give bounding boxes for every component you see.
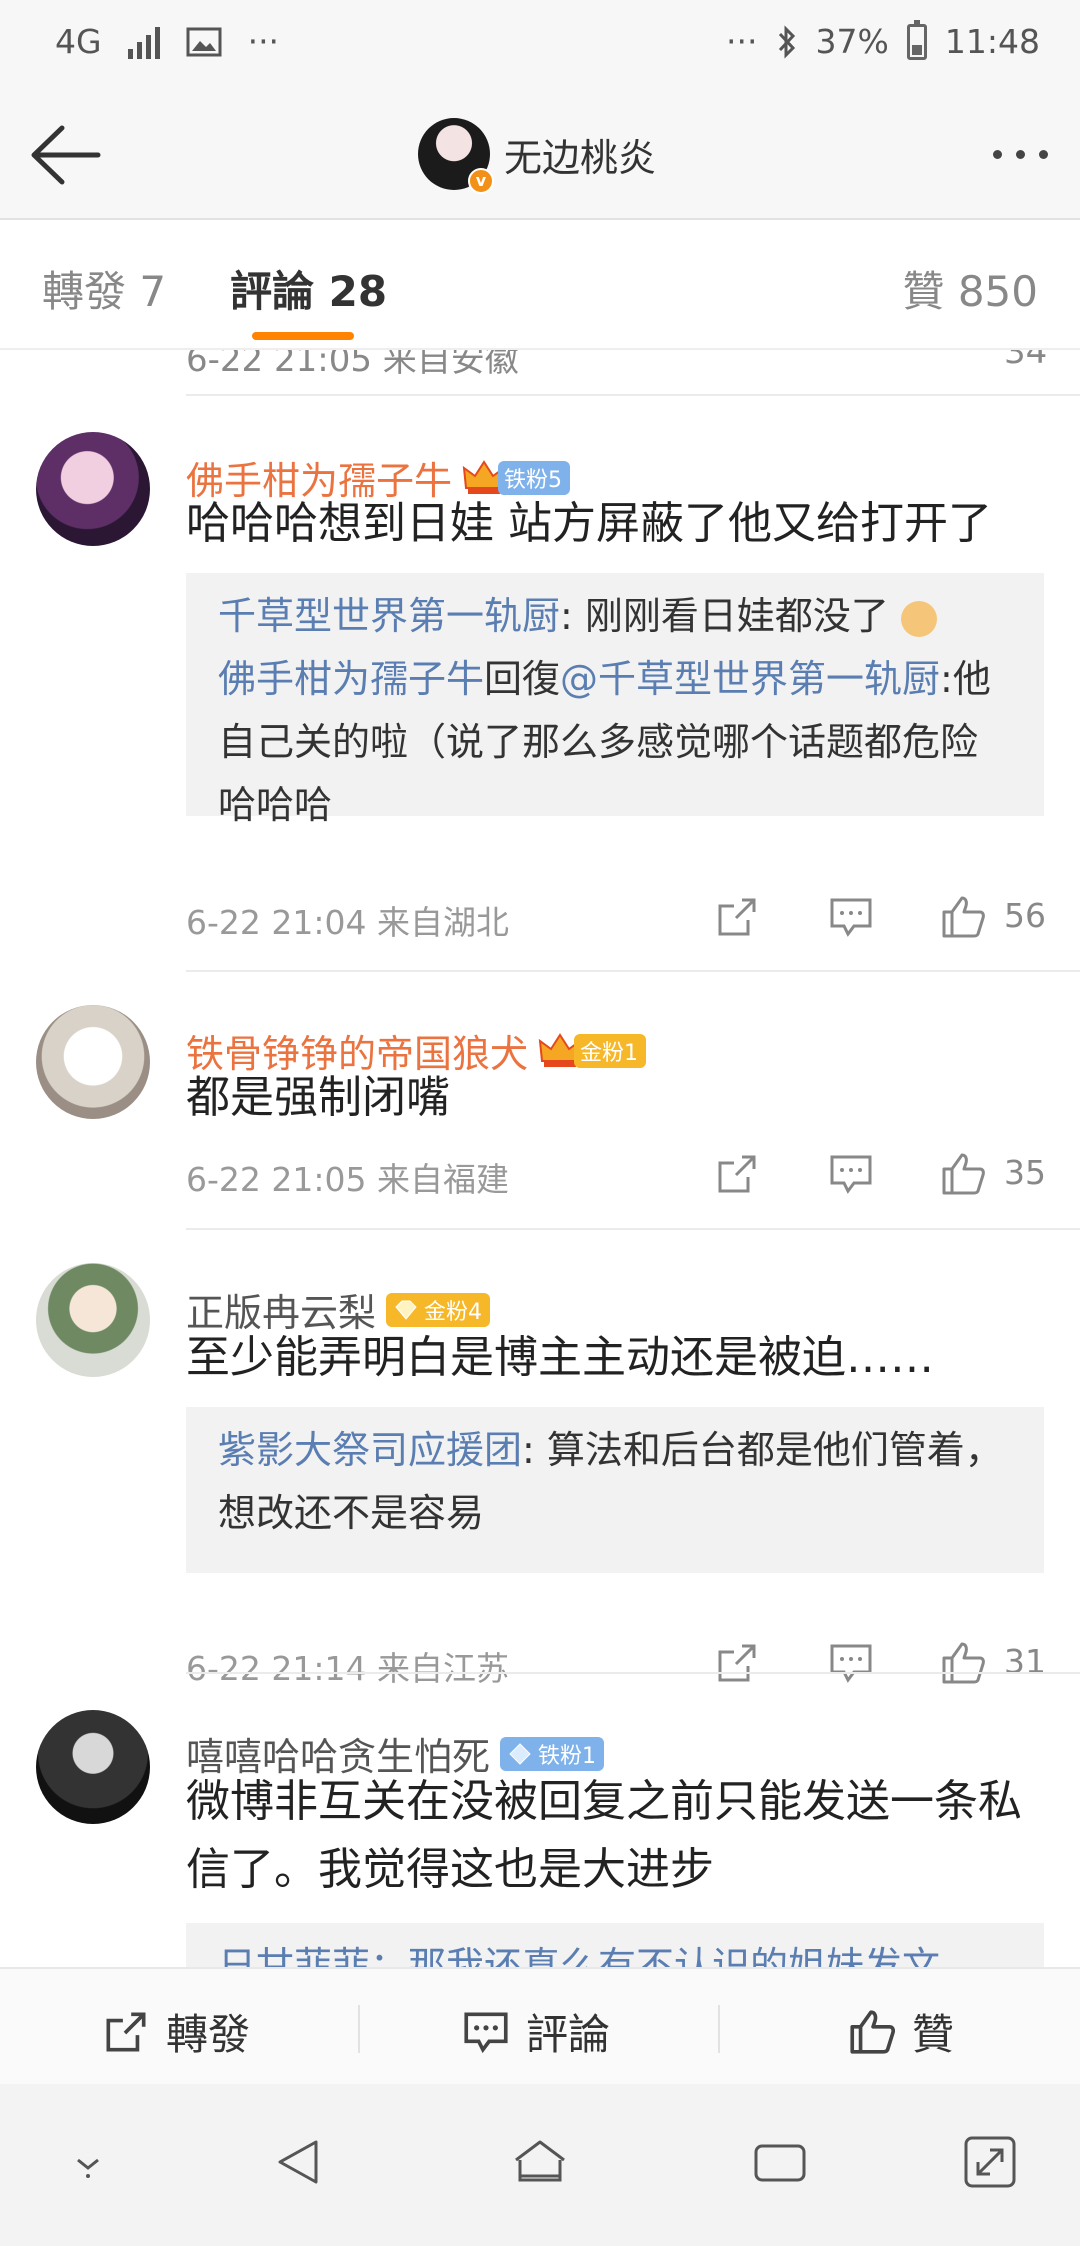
reply-author[interactable]: 佛手柑为孺子牛 [218,657,484,701]
like-count: 31 [1004,1642,1046,1681]
like-icon[interactable] [938,892,988,942]
share-icon[interactable] [712,1638,762,1688]
avatar[interactable] [36,1710,150,1824]
profile-header[interactable]: v 无边桃炎 [418,118,656,194]
fan-badge: 铁粉1 [500,1736,605,1771]
bottom-action-bar: 轉發 評論 贊 [0,1967,1080,2084]
divider [186,1672,1080,1674]
comment-time: 6-22 21:04 [186,903,367,942]
like-icon[interactable] [938,1638,988,1688]
dog-emoji-icon [901,600,938,637]
fan-badge: 金粉4 [386,1292,491,1327]
expand-icon[interactable] [958,2130,1022,2194]
active-tab-indicator [252,332,354,340]
gem-icon [395,1300,417,1320]
comment-text: 哈哈哈想到日娃 站方屏蔽了他又给打开了 [186,498,992,549]
comment-meta: 6-22 21:05 来自福建 35 [186,1149,1080,1199]
verified-badge-icon: v [468,168,494,194]
reply-author[interactable]: 紫影大祭司应援团 [218,1428,522,1472]
reply-line: 佛手柑为孺子牛回復@千草型世界第一轨厨:他自己关的啦（说了那么多感觉哪个话题都危… [218,657,991,827]
divider [186,1228,1080,1230]
comment-source: 来自安徽 [382,350,519,380]
avatar[interactable] [36,432,150,546]
comment-text: 都是强制闭嘴 [186,1072,450,1123]
comment-time: 6-22 21:14 [186,1649,367,1688]
battery-icon [906,19,927,60]
comment-meta: 6-22 21:04 来自湖北 56 [186,892,1080,942]
divider [186,394,1080,396]
reply-thread[interactable]: 紫影大祭司应援团: 算法和后台都是他们管着，想改还不是容易 [186,1407,1044,1573]
comment-time: 6-22 21:05 [186,350,372,380]
comment-icon[interactable] [826,892,876,942]
gem-icon [509,1742,531,1765]
repost-label: 轉發 [166,2010,251,2059]
comment-source: 来自江苏 [377,1649,509,1688]
like-label: 贊 [912,2010,955,2059]
top-nav-bar: v 无边桃炎 [0,92,1080,220]
like-icon[interactable] [938,1149,988,1199]
fan-badge: 金粉1 [574,1033,647,1068]
bluetooth-icon [778,24,795,59]
comment-button[interactable]: 評論 [460,2001,610,2062]
battery-percent: 37% [815,22,889,61]
reply-thread[interactable]: 千草型世界第一轨厨: 刚刚看日娃都没了 佛手柑为孺子牛回復@千草型世界第一轨厨:… [186,573,1044,827]
comment-label: 評論 [526,2010,611,2059]
reply-text: 刚刚看日娃都没了 [572,594,889,638]
hide-keyboard-icon[interactable] [56,2130,120,2194]
comment-icon[interactable] [826,1638,876,1688]
like-button[interactable]: 贊 [846,2001,954,2062]
comment-time: 6-22 21:05 [186,1160,367,1199]
separator [358,2005,360,2053]
back-icon[interactable] [268,2130,332,2194]
share-icon [106,2012,146,2051]
reply-preview: 日甘菲菲：那我还真么有不认识的姐妹发文 [218,1944,941,1967]
tab-likes[interactable]: 贊 850 [902,258,1038,319]
like-count: 34 [1004,350,1048,372]
recent-apps-icon[interactable] [748,2130,812,2194]
reply-author[interactable]: 千草型世界第一轨厨 [218,594,560,638]
like-count: 56 [1004,896,1046,935]
tab-comments[interactable]: 評論 28 [230,258,387,319]
avatar[interactable] [36,1005,150,1119]
share-icon[interactable] [712,892,762,942]
comment-text: 至少能弄明白是博主主动还是被迫…… [186,1332,934,1383]
more-status-icon: ··· [726,22,758,61]
more-notifications-icon: ··· [247,22,280,61]
reply-line: 紫影大祭司应援团: 算法和后台都是他们管着，想改还不是容易 [218,1428,1003,1535]
comment-icon[interactable] [826,1149,876,1199]
comment-source: 来自湖北 [377,903,509,942]
status-bar: 4G ··· ··· 37% 11:48 [0,0,1080,92]
reply-line: 千草型世界第一轨厨: 刚刚看日娃都没了 [218,585,1014,648]
reply-mention[interactable]: @千草型世界第一轨厨 [560,657,940,701]
avatar[interactable] [36,1263,150,1377]
separator [718,2005,720,2053]
home-icon[interactable] [508,2130,572,2194]
network-indicator: 4G [55,22,102,61]
image-icon [186,27,222,56]
like-count: 35 [1004,1153,1046,1192]
comment-icon [464,2012,508,2053]
page-title[interactable]: 无边桃炎 [504,127,656,182]
previous-comment-meta: 6-22 21:05 来自安徽 34 [186,350,1080,380]
repost-button[interactable]: 轉發 [100,2001,250,2062]
divider [186,970,1080,972]
comment-source: 来自福建 [377,1160,509,1199]
clock: 11:48 [944,22,1040,61]
share-icon[interactable] [712,1149,762,1199]
author-avatar[interactable]: v [418,118,494,194]
back-arrow-icon[interactable] [28,120,104,190]
signal-icon [127,25,160,59]
like-icon [850,2009,896,2054]
system-nav-bar [0,2084,1080,2246]
comment-text: 微博非互关在没被回复之前只能发送一条私信了。我觉得这也是大进步 [186,1776,1022,1895]
tab-repost[interactable]: 轉發 7 [42,258,166,319]
more-options-icon[interactable] [993,150,1048,159]
tab-bar: 轉發 7 評論 28 贊 850 [0,220,1080,350]
reply-thread[interactable]: 日甘菲菲：那我还真么有不认识的姐妹发文 [186,1923,1044,1967]
comment-feed[interactable]: 6-22 21:05 来自安徽 34 佛手柑为孺子牛 铁粉5 哈哈哈想到日娃 站… [0,350,1080,1967]
comment-meta: 6-22 21:14 来自江苏 31 [186,1638,1080,1688]
